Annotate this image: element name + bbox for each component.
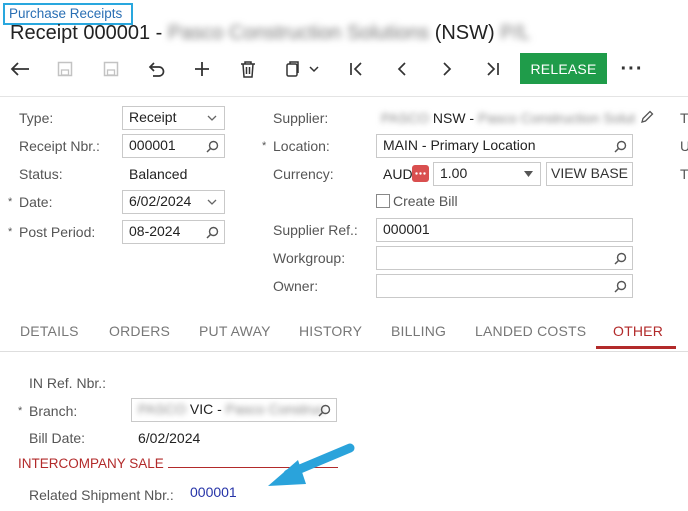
date-value: 6/02/2024: [129, 193, 192, 209]
supplier-ref-input[interactable]: 000001: [376, 218, 633, 242]
date-picker[interactable]: 6/02/2024: [122, 190, 225, 214]
bill-date-value: 6/02/2024: [138, 430, 201, 446]
location-label: Location:: [273, 138, 330, 154]
clipped-label: U: [680, 138, 688, 154]
type-value: Receipt: [129, 109, 177, 125]
tab-history[interactable]: HISTORY: [299, 318, 362, 351]
save-icon[interactable]: [51, 56, 79, 82]
chevron-down-icon[interactable]: [204, 194, 220, 210]
copy-paste-icon[interactable]: [279, 56, 307, 82]
title-blurred-suffix: P/L: [500, 22, 531, 44]
tab-orders[interactable]: ORDERS: [109, 318, 170, 351]
create-bill-label: Create Bill: [393, 193, 458, 209]
type-select[interactable]: Receipt: [122, 106, 225, 130]
next-record-icon[interactable]: [433, 56, 461, 82]
copy-paste-chevron-down-icon[interactable]: [304, 56, 324, 82]
workgroup-selector[interactable]: [376, 246, 633, 270]
title-suffix: (NSW): [434, 22, 495, 44]
release-button[interactable]: RELEASE: [520, 53, 607, 84]
add-icon[interactable]: [188, 56, 216, 82]
required-marker: *: [262, 140, 267, 152]
first-record-icon[interactable]: [342, 56, 370, 82]
supplier-ref-label: Supplier Ref.:: [273, 222, 358, 238]
tab-billing[interactable]: BILLING: [391, 318, 446, 351]
title-blurred-name: Pasco Construction Solutions: [167, 22, 430, 44]
type-label: Type:: [19, 110, 54, 126]
receipt-nbr-selector[interactable]: 000001: [122, 134, 225, 158]
back-icon[interactable]: [6, 56, 34, 82]
page-title: Receipt 000001 - Pasco Construction Solu…: [10, 22, 530, 45]
tab-landed-costs[interactable]: LANDED COSTS: [475, 318, 586, 351]
supplier-ref-value: 000001: [383, 221, 430, 237]
last-record-icon[interactable]: [479, 56, 507, 82]
branch-selector[interactable]: PASCO VIC - Pasco Construc: [131, 398, 337, 422]
post-period-label: Post Period:: [19, 224, 96, 240]
title-prefix: Receipt 000001 -: [10, 22, 163, 44]
owner-selector[interactable]: [376, 274, 633, 298]
search-icon[interactable]: [612, 250, 628, 266]
currency-rate-value: 1.00: [440, 165, 468, 181]
previous-record-icon[interactable]: [388, 56, 416, 82]
receipt-nbr-value: 000001: [129, 137, 176, 153]
status-value: Balanced: [129, 166, 188, 182]
tab-bar: DETAILS ORDERS PUT AWAY HISTORY BILLING …: [0, 318, 688, 352]
required-marker: *: [8, 226, 13, 238]
currency-rate-select[interactable]: 1.00: [433, 162, 541, 186]
clipped-label: T: [680, 166, 688, 182]
required-marker: *: [8, 196, 13, 208]
post-period-value: 08-2024: [129, 223, 181, 239]
owner-label: Owner:: [273, 278, 319, 294]
active-tab-indicator: [596, 346, 676, 349]
branch-label: Branch:: [29, 403, 78, 419]
supplier-value[interactable]: PASCO NSW - Pasco Construction Solut: [381, 110, 635, 126]
workgroup-label: Workgroup:: [273, 250, 346, 266]
search-icon[interactable]: [612, 138, 628, 154]
supplier-label: Supplier:: [273, 110, 329, 126]
caret-down-icon: [520, 166, 536, 182]
location-value: MAIN - Primary Location: [383, 137, 536, 153]
related-shipment-link[interactable]: 000001: [190, 484, 237, 500]
tab-put-away[interactable]: PUT AWAY: [199, 318, 271, 351]
required-marker: *: [18, 405, 23, 417]
location-selector[interactable]: MAIN - Primary Location: [376, 134, 633, 158]
create-bill-checkbox[interactable]: [376, 194, 390, 208]
date-label: Date:: [19, 194, 53, 210]
search-icon[interactable]: [204, 138, 220, 154]
post-period-selector[interactable]: 08-2024: [122, 220, 225, 244]
currency-value: AUD: [383, 166, 413, 182]
intercompany-sale-heading: INTERCOMPANY SALE: [18, 456, 164, 471]
clipped-label: T: [680, 110, 688, 126]
toolbar: RELEASE ···: [0, 52, 688, 86]
view-base-button[interactable]: VIEW BASE: [546, 162, 633, 186]
header-divider: [0, 96, 688, 97]
edit-pencil-icon[interactable]: [636, 106, 658, 128]
undo-icon[interactable]: [142, 56, 170, 82]
currency-menu-icon[interactable]: [412, 165, 429, 182]
in-ref-nbr-label: IN Ref. Nbr.:: [29, 375, 107, 391]
related-shipment-label: Related Shipment Nbr.:: [29, 487, 174, 503]
bill-date-label: Bill Date:: [29, 430, 86, 446]
supplier-name: Pasco Construction Solut: [477, 110, 636, 126]
more-options-icon[interactable]: ···: [618, 56, 646, 82]
annotation-arrow-icon: [268, 443, 355, 486]
branch-code: PASCO: [138, 401, 186, 417]
search-icon[interactable]: [204, 224, 220, 240]
supplier-text: NSW -: [432, 110, 475, 126]
delete-icon[interactable]: [234, 56, 262, 82]
chevron-down-icon: [204, 110, 220, 126]
branch-name: Pasco Construc: [225, 401, 325, 417]
supplier-code: PASCO: [381, 110, 429, 126]
currency-label: Currency:: [273, 166, 334, 182]
search-icon[interactable]: [316, 402, 332, 418]
receipt-nbr-label: Receipt Nbr.:: [19, 138, 100, 154]
search-icon[interactable]: [612, 278, 628, 294]
save-close-icon[interactable]: [97, 56, 125, 82]
status-label: Status:: [19, 166, 63, 182]
branch-value: VIC -: [189, 401, 222, 417]
tab-details[interactable]: DETAILS: [20, 318, 79, 351]
